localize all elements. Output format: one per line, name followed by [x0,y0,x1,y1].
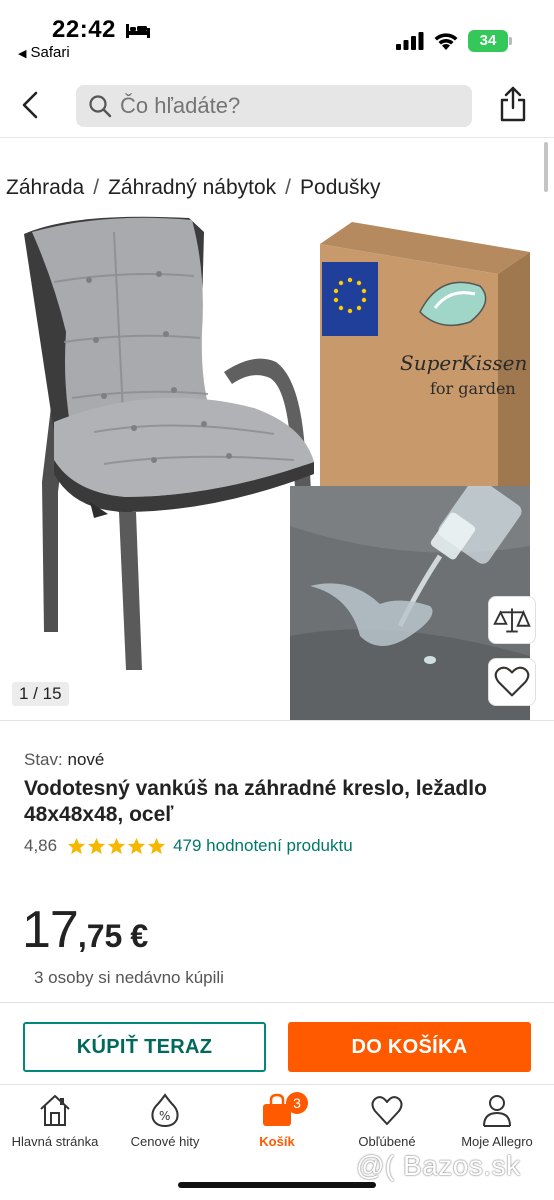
price-currency: € [130,918,149,954]
scale-compare-icon [493,608,531,633]
back-app-label: Safari [30,44,70,61]
heart-icon [494,666,530,697]
rating-stars [67,837,167,856]
tab-favorites[interactable]: Obľúbené [332,1092,442,1149]
product-box-image[interactable]: SuperKissen for garden [310,222,530,502]
search-icon [89,95,112,118]
back-triangle-icon: ◀ [18,48,27,60]
price-integer: 17 [22,901,79,959]
wifi-icon [434,33,458,50]
rating-row: 4,86 479 hodnotení produktu [24,836,353,856]
chair-cushion-image[interactable] [14,212,324,682]
back-to-app-link[interactable]: ◀ Safari [18,44,70,61]
back-arrow-icon[interactable] [18,90,44,120]
search-input[interactable] [120,85,460,127]
tab-home[interactable]: Hlavná stránka [0,1092,110,1149]
cellular-signal-icon [396,32,424,50]
rating-value: 4,86 [24,836,58,855]
search-bar[interactable] [76,85,472,127]
image-counter: 1 / 15 [12,682,69,706]
star-icon [88,837,106,854]
breadcrumb-separator: / [93,176,100,199]
battery-cap [509,37,512,45]
sleep-mode-icon [126,24,150,38]
box-brand-text: SuperKissen [400,351,527,375]
breadcrumb: Záhrada / Záhradný nábytok / Podušky [6,176,381,200]
tab-label: Košík [259,1134,295,1149]
favorite-button[interactable] [488,658,536,706]
cart-badge: 3 [286,1092,308,1114]
add-to-cart-button[interactable]: DO KOŠÍKA [288,1022,531,1072]
star-icon [108,837,126,854]
tab-price-hits[interactable]: % Cenové hity [110,1092,220,1149]
condition-value: nové [67,750,105,769]
tab-my-allegro[interactable]: Moje Allegro [442,1092,552,1149]
product-gallery[interactable]: SuperKissen for garden 1 / 15 [0,212,554,720]
tab-cart[interactable]: 3 Košík [222,1092,332,1149]
star-icon [148,837,166,854]
breadcrumb-item[interactable]: Podušky [300,176,381,199]
tab-label: Hlavná stránka [11,1134,99,1149]
reviews-link[interactable]: 479 hodnotení produktu [173,836,353,856]
compare-button[interactable] [488,596,536,644]
price-tag-icon: % [151,1093,179,1128]
status-bar: 22:42 ◀ Safari 34 [0,0,554,72]
divider [0,1084,554,1085]
condition-label: Stav: [24,750,63,769]
search-header [0,72,554,138]
user-icon [483,1095,511,1127]
heart-icon [371,1096,403,1125]
scroll-indicator[interactable] [544,142,548,192]
divider [0,1002,554,1003]
share-icon[interactable] [498,86,528,122]
star-icon [128,837,146,854]
price: 17,75 € [22,900,148,960]
battery-indicator: 34 [468,30,508,52]
breadcrumb-separator: / [285,176,292,199]
home-indicator[interactable] [178,1182,376,1188]
breadcrumb-item[interactable]: Záhradný nábytok [108,176,276,199]
tab-label: Cenové hity [130,1134,200,1149]
recent-buyers: 3 osoby si nedávno kúpili [34,968,224,987]
tab-label: Obľúbené [358,1134,416,1149]
svg-text:%: % [159,1109,170,1123]
status-time: 22:42 [52,16,116,43]
tab-label: Moje Allegro [461,1134,533,1149]
star-icon [68,837,86,854]
product-condition: Stav: nové [24,750,104,770]
watermark: @( Bazos.sk [356,1150,521,1181]
product-title: Vodotesný vankúš na záhradné kreslo, lež… [24,777,487,826]
divider [0,720,554,721]
box-sub-text: for garden [430,379,516,398]
breadcrumb-item[interactable]: Záhrada [6,176,84,199]
price-cents: ,75 [77,918,123,954]
home-icon [40,1095,70,1126]
buy-now-button[interactable]: KÚPIŤ TERAZ [23,1022,266,1072]
